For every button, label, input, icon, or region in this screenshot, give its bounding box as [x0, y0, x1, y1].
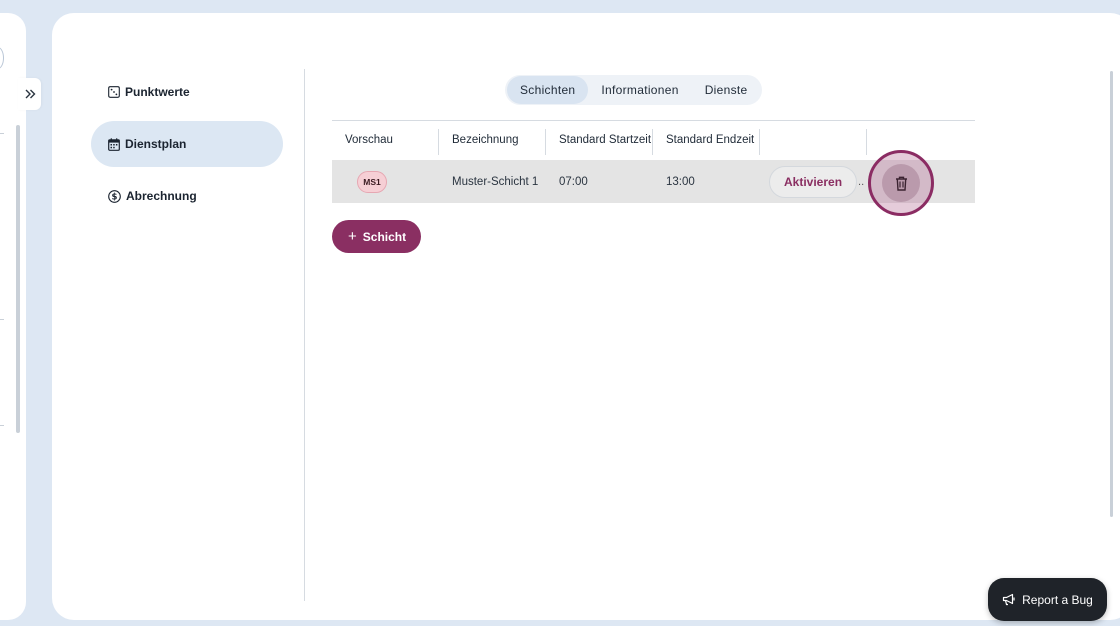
content-scrollbar[interactable] — [1110, 71, 1113, 517]
settings-nav: Punktwerte Dienstplan $ Abrechnung — [91, 69, 283, 225]
end-time-cell: 13:00 — [666, 175, 695, 188]
column-header-vorschau: Vorschau — [332, 121, 439, 160]
nav-item-label: Dienstplan — [125, 137, 187, 151]
double-chevron-right-icon — [25, 89, 35, 99]
divider — [0, 133, 4, 134]
column-header-actions — [760, 121, 867, 160]
svg-text:$: $ — [112, 192, 118, 202]
divider — [0, 425, 4, 426]
activate-button[interactable]: Aktivieren — [769, 165, 858, 198]
add-shift-button[interactable]: + Schicht — [332, 220, 422, 253]
vertical-divider — [304, 69, 305, 601]
column-header-bezeichnung: Bezeichnung — [439, 121, 546, 160]
tab-schichten[interactable]: Schichten — [507, 76, 589, 104]
dollar-circle-icon: $ — [108, 189, 121, 203]
expand-sidebar-button[interactable] — [18, 78, 41, 110]
sidebar-scrollbar[interactable] — [16, 125, 20, 433]
column-header-startzeit: Standard Startzeit — [546, 121, 653, 160]
delete-button[interactable] — [868, 150, 934, 216]
plus-icon: + — [348, 228, 357, 245]
start-time-cell: 07:00 — [559, 175, 588, 188]
column-header-endzeit: Standard Endzeit — [653, 121, 760, 160]
megaphone-icon — [1003, 593, 1015, 606]
name-cell: Muster-Schicht 1 — [452, 175, 539, 188]
report-bug-label: Report a Bug — [1022, 592, 1093, 607]
add-shift-label: Schicht — [362, 229, 407, 244]
calendar-icon — [108, 137, 120, 151]
report-bug-button[interactable]: Report a Bug — [988, 578, 1107, 621]
more-indicator: .. — [858, 175, 865, 188]
delete-button-inner — [882, 164, 920, 202]
logo-icon — [0, 47, 4, 69]
action-cell: Aktivieren .. — [760, 160, 867, 203]
nav-item-punktwerte[interactable]: Punktwerte — [91, 69, 283, 115]
tab-bar: Schichten Informationen Dienste — [505, 75, 763, 105]
dice-icon — [108, 86, 120, 98]
nav-item-label: Punktwerte — [125, 85, 190, 99]
tab-dienste[interactable]: Dienste — [692, 76, 761, 104]
divider — [0, 319, 4, 320]
tab-informationen[interactable]: Informationen — [588, 76, 691, 104]
nav-item-label: Abrechnung — [126, 189, 197, 203]
preview-cell: MS1 — [332, 160, 439, 203]
nav-item-abrechnung[interactable]: $ Abrechnung — [91, 173, 283, 219]
shift-badge: MS1 — [357, 170, 387, 193]
table-header: Vorschau Bezeichnung Standard Startzeit … — [332, 120, 975, 160]
trash-icon — [895, 176, 907, 191]
nav-item-dienstplan[interactable]: Dienstplan — [91, 121, 283, 167]
